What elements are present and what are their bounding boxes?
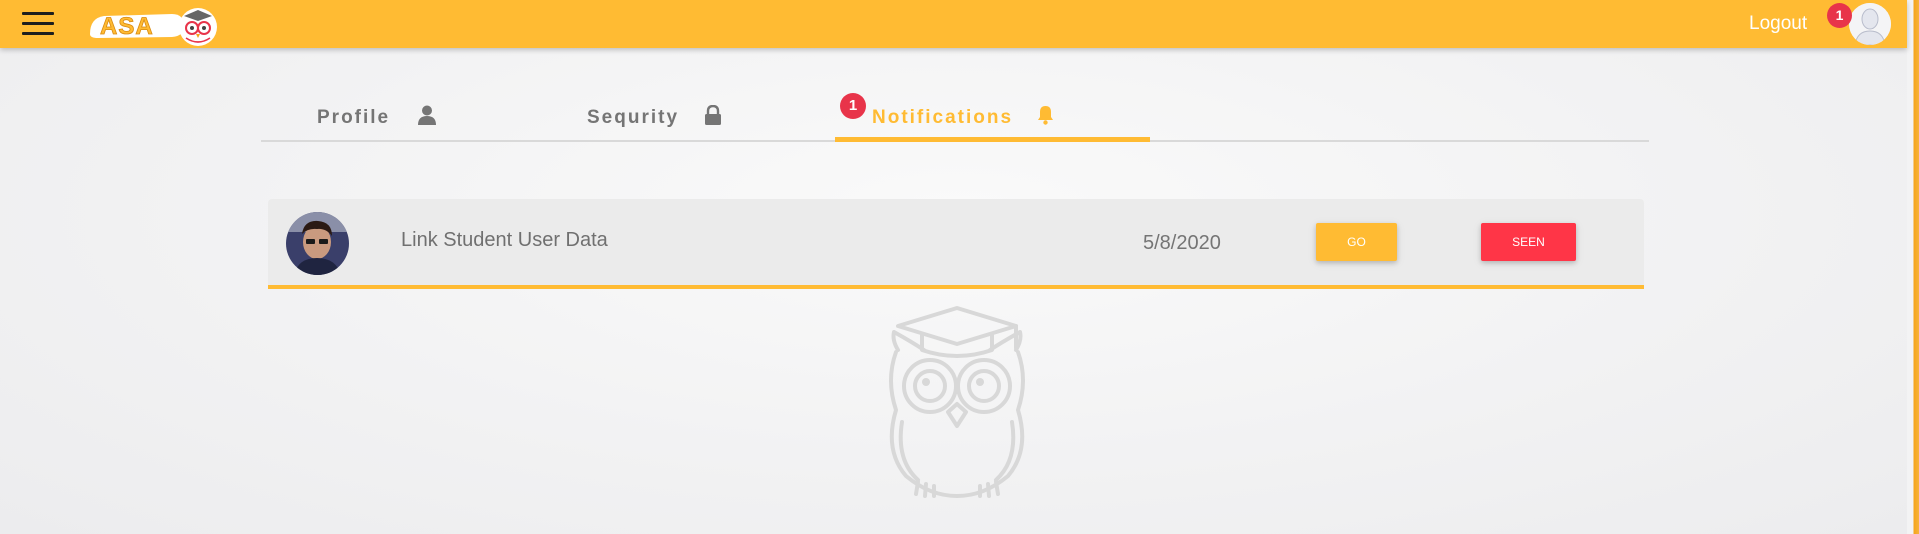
owl-logo-icon — [882, 300, 1032, 500]
notification-avatar — [286, 212, 349, 275]
svg-text:ASA: ASA — [100, 13, 154, 40]
tab-notifications[interactable]: Notifications — [835, 95, 1150, 141]
top-navbar: ASA Logout 1 — [0, 0, 1907, 48]
lock-icon — [704, 104, 722, 130]
notification-count-badge: 1 — [1827, 3, 1852, 28]
settings-tabs: Profile Sequrity Notifications — [261, 95, 1649, 143]
menu-icon[interactable] — [22, 12, 54, 36]
active-tab-indicator — [835, 137, 1150, 142]
seen-button[interactable]: SEEN — [1481, 223, 1576, 261]
user-icon — [418, 105, 436, 130]
notifications-badge: 1 — [840, 93, 866, 119]
bell-icon — [1037, 105, 1054, 130]
notification-date: 5/8/2020 — [1143, 232, 1221, 254]
app-logo[interactable]: ASA — [88, 4, 218, 46]
notification-title: Link Student User Data — [401, 229, 608, 251]
logout-link[interactable]: Logout — [1749, 13, 1807, 35]
scrollbar[interactable] — [1907, 0, 1919, 534]
go-button[interactable]: GO — [1316, 223, 1397, 261]
notification-item-border — [268, 285, 1644, 289]
tab-security[interactable]: Sequrity — [531, 95, 781, 141]
tab-profile-label: Profile — [317, 107, 391, 128]
user-avatar[interactable] — [1849, 3, 1891, 45]
tab-security-label: Sequrity — [587, 107, 680, 128]
tab-notifications-label: Notifications — [872, 107, 1014, 128]
tab-profile[interactable]: Profile — [261, 95, 481, 141]
